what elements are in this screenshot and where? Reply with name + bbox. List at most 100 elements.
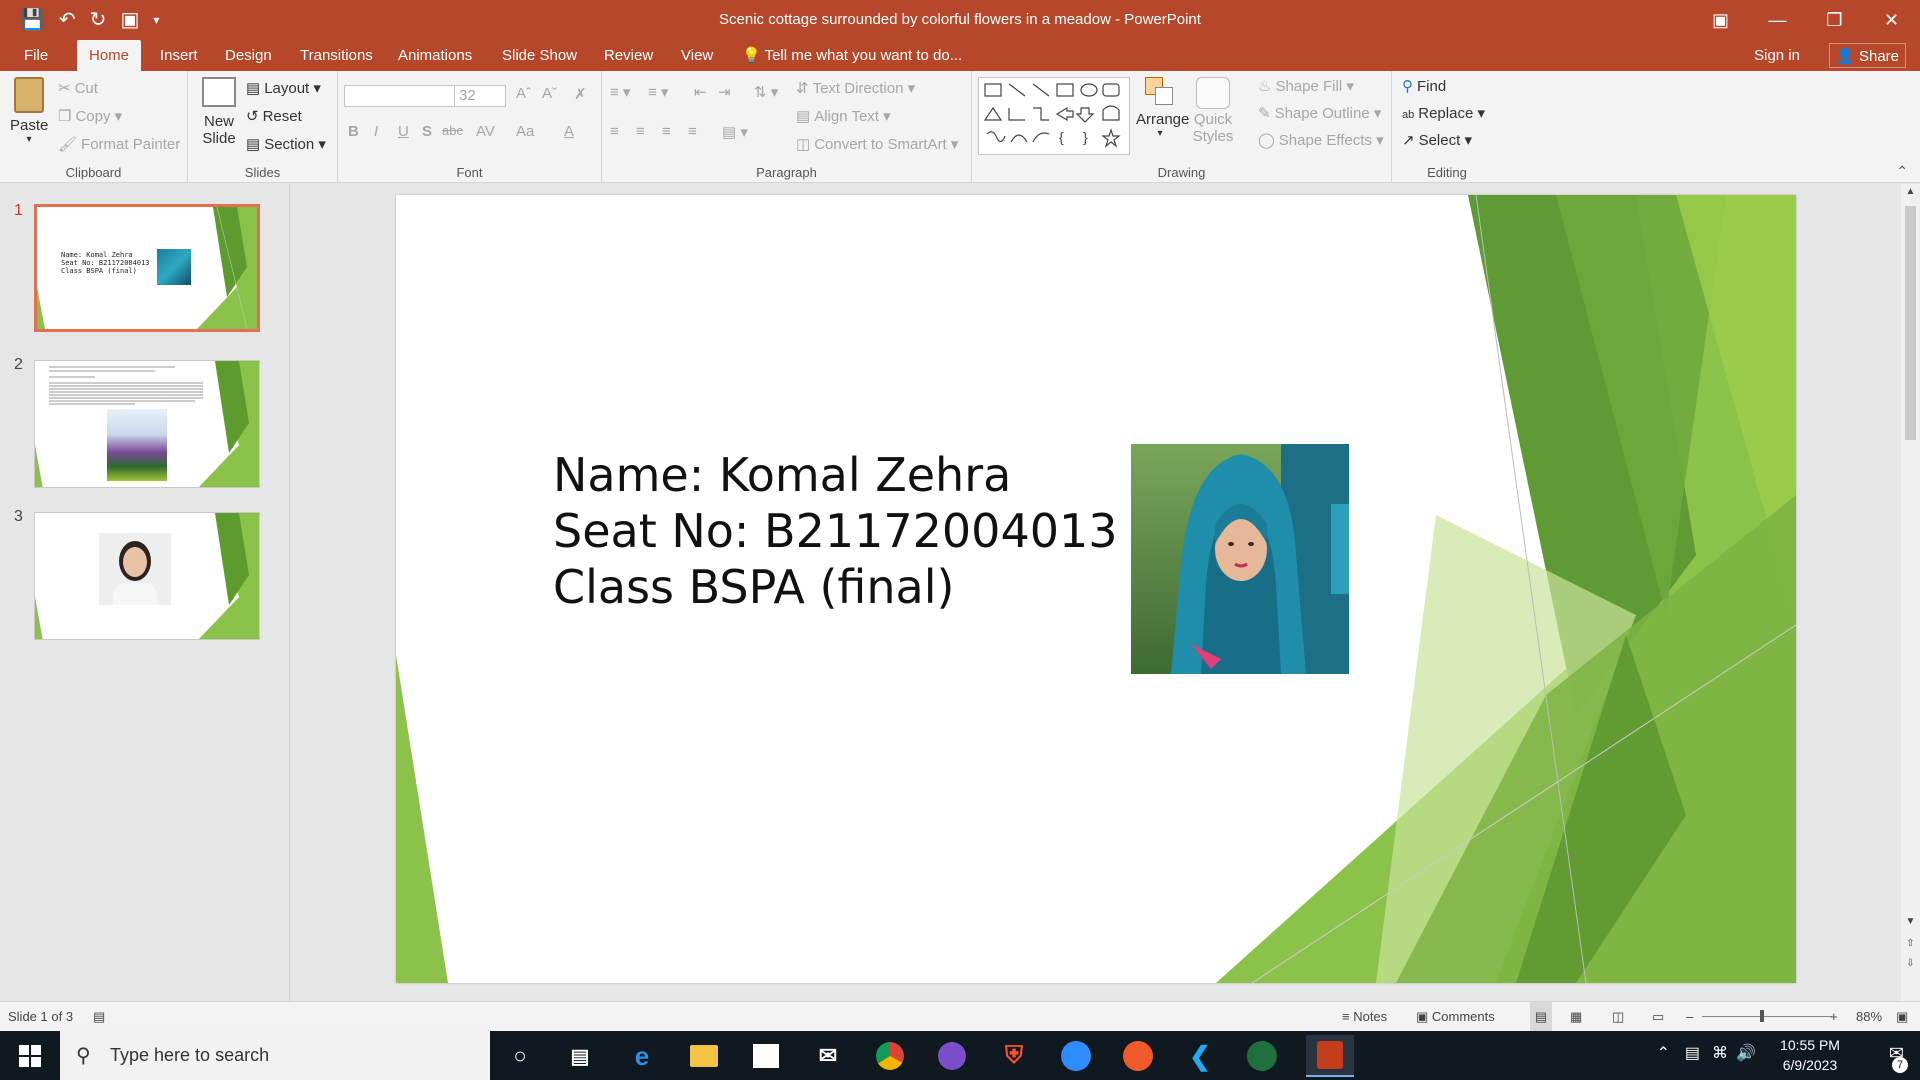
ribbon-display-options-icon[interactable]: ▣ (1692, 0, 1749, 40)
minimize-button[interactable]: — (1749, 0, 1806, 40)
shapes-gallery[interactable]: { } (978, 77, 1130, 155)
github-desktop-icon[interactable] (934, 1038, 970, 1074)
cut-button[interactable]: ✂ Cut (58, 79, 98, 97)
numbering-icon[interactable]: ≡ ▾ (648, 83, 668, 101)
previous-slide-icon[interactable]: ⇧ (1901, 938, 1920, 949)
new-slide-button[interactable]: New Slide (196, 77, 242, 147)
tab-transitions[interactable]: Transitions (300, 40, 373, 71)
tab-animations[interactable]: Animations (398, 40, 472, 71)
line-spacing-icon[interactable]: ⇅ ▾ (754, 83, 778, 101)
convert-to-smartart-button[interactable]: ◫ Convert to SmartArt ▾ (796, 135, 958, 153)
wifi-icon[interactable]: ⌘ (1712, 1043, 1728, 1063)
file-explorer-icon[interactable] (686, 1038, 722, 1074)
slide-thumbnail-2[interactable] (34, 360, 260, 488)
chrome-icon[interactable] (872, 1038, 908, 1074)
slide-thumbnail-3[interactable] (34, 512, 260, 640)
slide-text-box[interactable]: Name: Komal Zehra Seat No: B21172004013 … (553, 447, 1118, 615)
align-text-button[interactable]: ▤ Align Text ▾ (796, 107, 891, 125)
character-spacing-button[interactable]: AV (476, 123, 495, 140)
tab-file[interactable]: File (24, 40, 48, 71)
increase-indent-icon[interactable]: ⇥ (718, 83, 731, 101)
shape-fill-button[interactable]: ♨ Shape Fill ▾ (1258, 77, 1354, 95)
fit-to-window-icon[interactable]: ▣ (1896, 1002, 1908, 1032)
mail-icon[interactable]: ✉ (810, 1038, 846, 1074)
bold-button[interactable]: B (348, 123, 359, 140)
slide-thumbnail-1[interactable]: Name: Komal Zehra Seat No: B21172004013 … (34, 204, 260, 332)
tab-view[interactable]: View (681, 40, 713, 71)
font-size-input[interactable]: 32 (454, 85, 506, 107)
clock[interactable]: 10:55 PM 6/9/2023 (1765, 1035, 1855, 1075)
quick-styles-button[interactable]: Quick Styles (1188, 77, 1238, 145)
strikethrough-button[interactable]: abc (442, 123, 463, 138)
zoom-slider[interactable] (1702, 1010, 1832, 1022)
current-slide[interactable]: Name: Komal Zehra Seat No: B21172004013 … (396, 195, 1796, 983)
zoom-level[interactable]: 88% (1856, 1002, 1882, 1032)
collapse-ribbon-icon[interactable]: ⌃ (1896, 163, 1908, 180)
restore-button[interactable]: ❐ (1806, 0, 1863, 40)
underline-button[interactable]: U (398, 123, 409, 140)
format-painter-button[interactable]: 🖌 Format Painter (58, 135, 180, 153)
slide-sorter-icon[interactable]: ▦ (1570, 1002, 1582, 1032)
scrollbar-thumb[interactable] (1905, 206, 1916, 440)
brave-browser-icon[interactable]: ⛨ (996, 1038, 1032, 1074)
close-button[interactable]: ✕ (1863, 0, 1920, 40)
profile-photo[interactable] (1131, 444, 1349, 674)
sign-in-link[interactable]: Sign in (1754, 40, 1800, 71)
hs-app-icon[interactable] (1244, 1038, 1280, 1074)
zoom-slider-thumb[interactable] (1760, 1010, 1764, 1022)
shape-effects-button[interactable]: ◯ Shape Effects ▾ (1258, 131, 1384, 149)
comments-button[interactable]: ▣ Comments (1416, 1002, 1495, 1032)
spell-check-icon[interactable]: ▤ (93, 1002, 105, 1032)
font-color-button[interactable]: A (564, 123, 574, 140)
align-center-icon[interactable]: ≡ (636, 123, 645, 140)
scroll-up-icon[interactable]: ▲ (1901, 186, 1920, 197)
tab-slide-show[interactable]: Slide Show (502, 40, 577, 71)
decrease-indent-icon[interactable]: ⇤ (694, 83, 707, 101)
zoom-app-icon[interactable] (1058, 1038, 1094, 1074)
shrink-font-icon[interactable]: Aˇ (542, 85, 557, 102)
volume-icon[interactable]: 🔊 (1736, 1043, 1756, 1063)
layout-button[interactable]: ▤ Layout ▾ (246, 79, 321, 97)
show-hidden-icons-icon[interactable]: ⌃ (1657, 1043, 1670, 1063)
edge-browser-icon[interactable]: e (624, 1038, 660, 1074)
select-button[interactable]: ↗ Select ▾ (1402, 131, 1472, 149)
powerpoint-icon[interactable] (1306, 1035, 1354, 1077)
next-slide-icon[interactable]: ⇩ (1901, 958, 1920, 969)
replace-button[interactable]: ab Replace ▾ (1402, 104, 1485, 122)
cortana-icon[interactable]: ○ (502, 1038, 538, 1074)
text-shadow-button[interactable]: S (422, 123, 432, 140)
battery-icon[interactable]: ▤ (1685, 1043, 1700, 1063)
align-right-icon[interactable]: ≡ (662, 123, 671, 140)
scroll-down-icon[interactable]: ▼ (1901, 916, 1920, 927)
tab-review[interactable]: Review (604, 40, 653, 71)
vscode-icon[interactable]: ❮ (1182, 1038, 1218, 1074)
italic-button[interactable]: I (374, 123, 378, 140)
columns-icon[interactable]: ▤ ▾ (722, 123, 748, 141)
grow-font-icon[interactable]: Aˆ (516, 85, 531, 102)
tab-home[interactable]: Home (77, 40, 142, 71)
taskbar-search-box[interactable]: ⚲ Type here to search (60, 1031, 490, 1080)
swift-playgrounds-icon[interactable] (1120, 1038, 1156, 1074)
paste-button[interactable]: Paste ▾ (10, 77, 48, 145)
clear-formatting-icon[interactable]: ✗ (574, 85, 587, 103)
bullets-icon[interactable]: ≡ ▾ (610, 83, 630, 101)
start-button[interactable] (0, 1031, 60, 1080)
change-case-button[interactable]: Aa (516, 123, 534, 140)
tab-insert[interactable]: Insert (160, 40, 198, 71)
share-button[interactable]: 👤 Share (1829, 43, 1906, 68)
zoom-in-icon[interactable]: + (1830, 1002, 1838, 1032)
text-direction-button[interactable]: ⇵ Text Direction ▾ (796, 79, 915, 97)
reading-view-icon[interactable]: ◫ (1612, 1002, 1624, 1032)
reset-button[interactable]: ↺ Reset (246, 107, 302, 125)
microsoft-store-icon[interactable] (748, 1038, 784, 1074)
section-button[interactable]: ▤ Section ▾ (246, 135, 326, 153)
zoom-out-icon[interactable]: – (1686, 1002, 1693, 1032)
tell-me-search[interactable]: 💡 Tell me what you want to do... (742, 40, 962, 71)
align-left-icon[interactable]: ≡ (610, 123, 619, 140)
arrange-button[interactable]: Arrange ▾ (1136, 77, 1189, 139)
justify-icon[interactable]: ≡ (688, 123, 697, 140)
vertical-scrollbar[interactable]: ▲ ▼ ⇧ ⇩ (1901, 184, 1920, 1001)
slide-show-icon[interactable]: ▭ (1652, 1002, 1664, 1032)
copy-button[interactable]: ❐ Copy ▾ (58, 107, 122, 125)
font-name-input[interactable] (344, 85, 456, 107)
